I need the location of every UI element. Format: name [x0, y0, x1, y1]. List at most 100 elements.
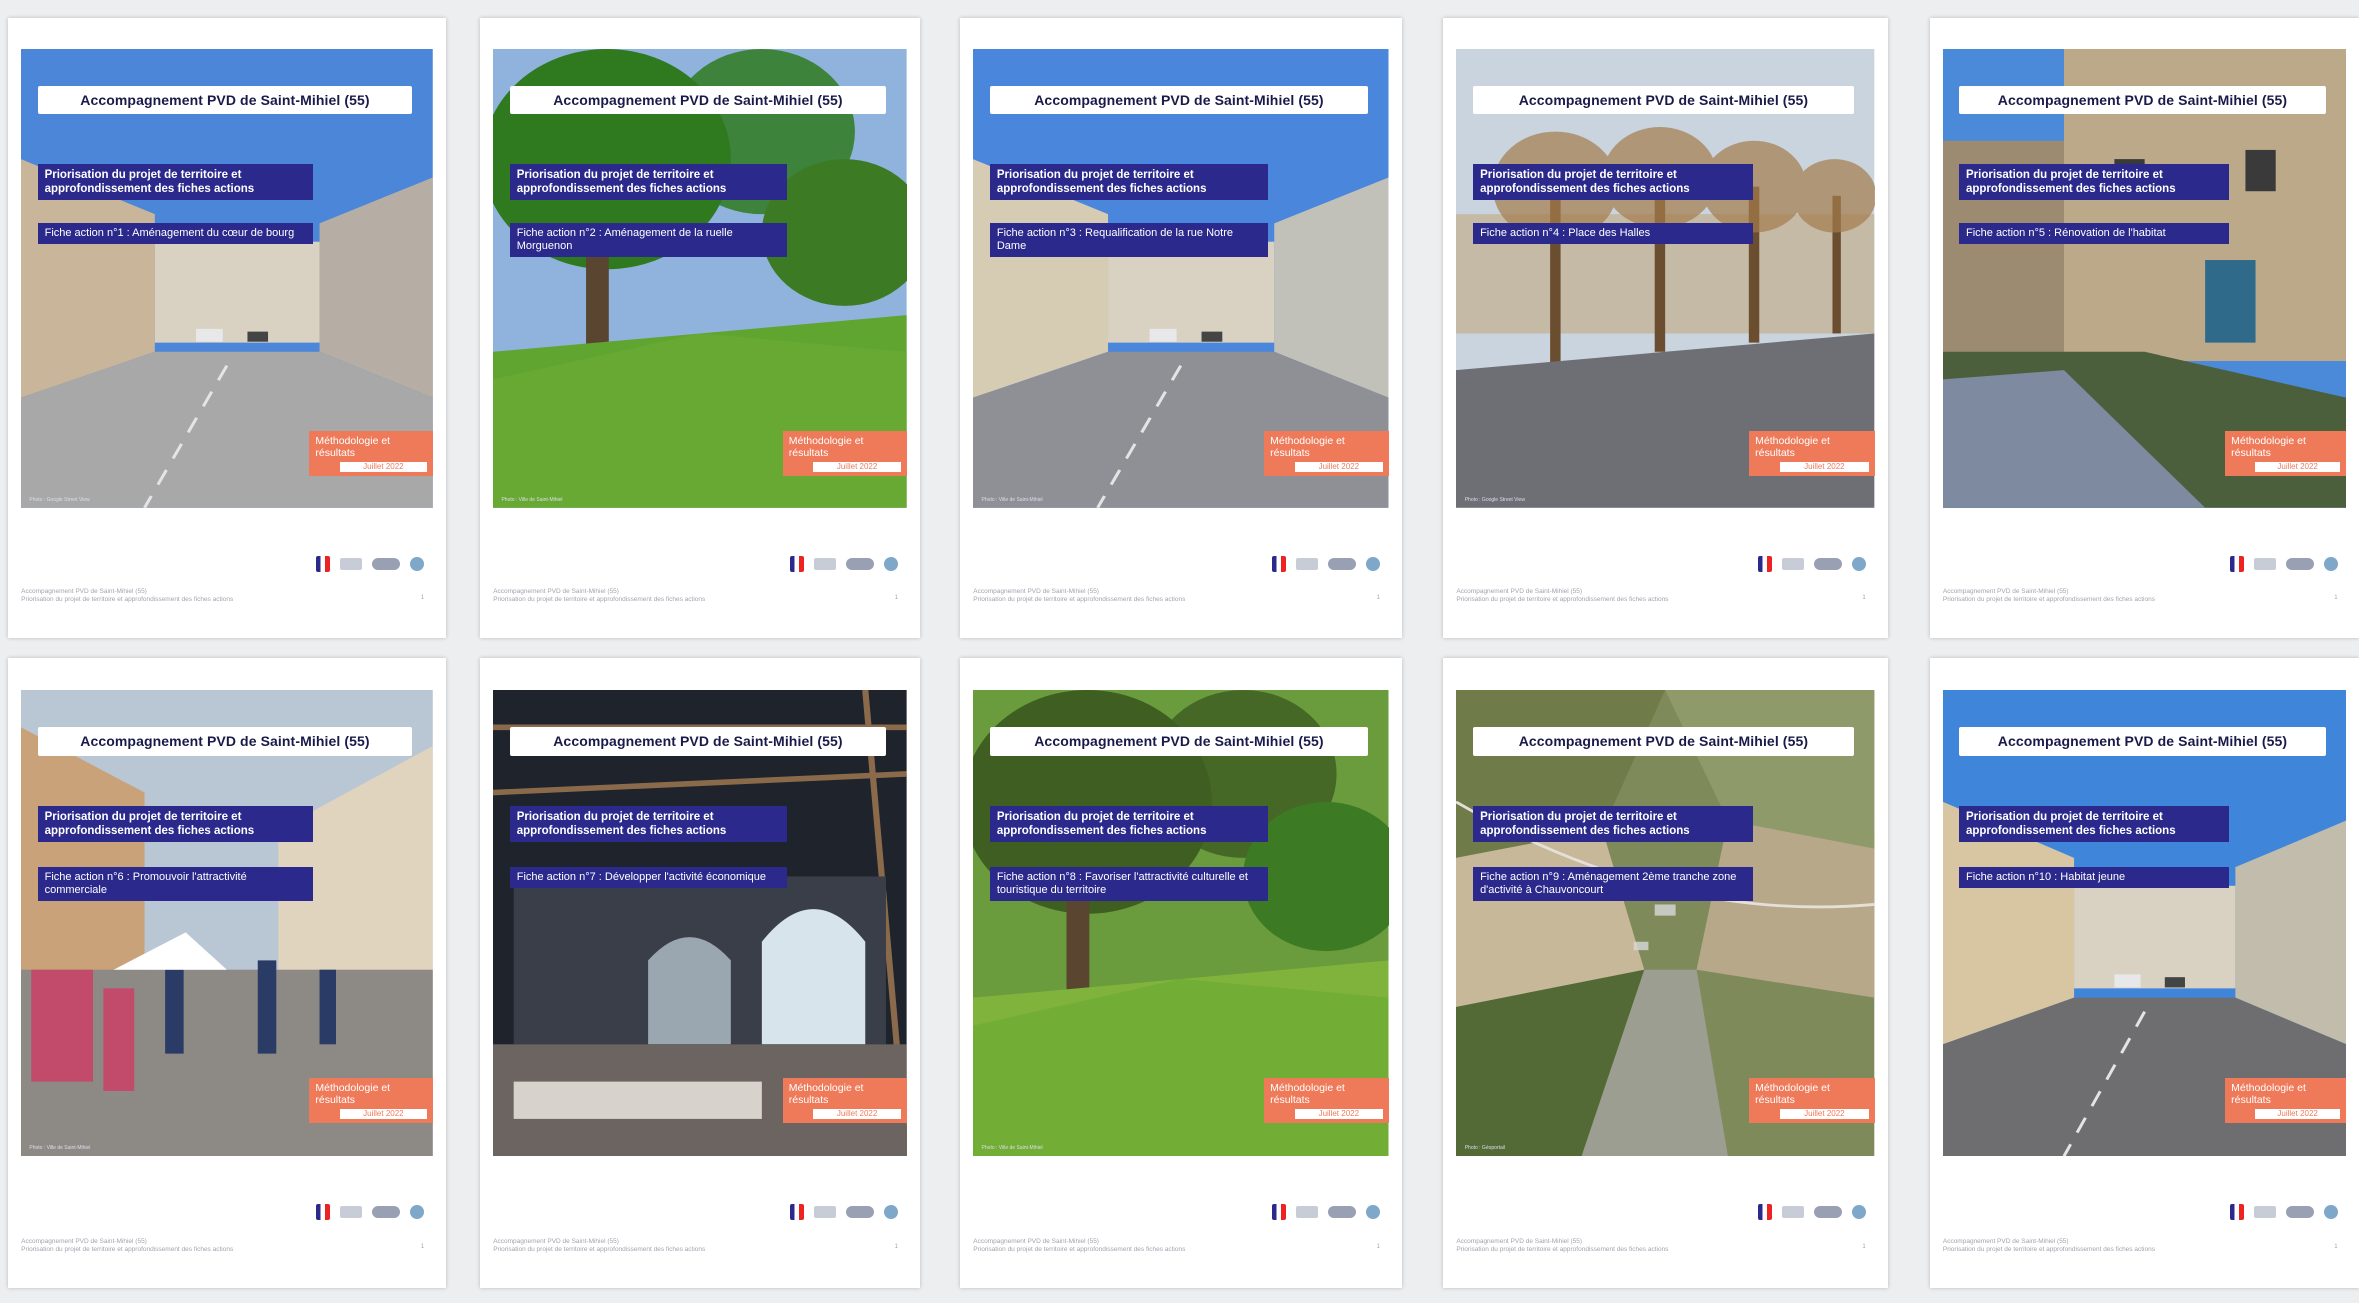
- document-grid: Accompagnement PVD de Saint-Mihiel (55) …: [0, 0, 2359, 1303]
- cover-title: Accompagnement PVD de Saint-Mihiel (55): [509, 726, 887, 756]
- cover-photo: Accompagnement PVD de Saint-Mihiel (55) …: [1942, 689, 2347, 1156]
- cover-photo: Accompagnement PVD de Saint-Mihiel (55) …: [1942, 49, 2347, 508]
- page-number: 1: [894, 1243, 898, 1250]
- cover-photo: Accompagnement PVD de Saint-Mihiel (55) …: [1456, 49, 1875, 508]
- cover-title: Accompagnement PVD de Saint-Mihiel (55): [1473, 85, 1854, 115]
- cover-title: Accompagnement PVD de Saint-Mihiel (55): [37, 85, 413, 115]
- action-sheet-cover[interactable]: Accompagnement PVD de Saint-Mihiel (55) …: [960, 658, 1402, 1288]
- bank-logo-icon: [1851, 556, 1866, 571]
- page-number: 1: [2334, 594, 2338, 601]
- action-sheet-cover[interactable]: Accompagnement PVD de Saint-Mihiel (55) …: [8, 18, 446, 638]
- methodology-label: Méthodologie et résultats: [1270, 434, 1345, 459]
- photo-credit: Photo : Ville de Saint-Mihiel: [501, 497, 563, 504]
- page-number: 1: [420, 594, 425, 601]
- footer-line-2: Priorisation du projet de territoire et …: [493, 596, 706, 604]
- date-label: Juillet 2022: [813, 461, 901, 472]
- partner-logos: [2229, 1200, 2338, 1225]
- pvd-logo-icon: [372, 557, 401, 570]
- fiche-action-label: Fiche action n°3 : Requalification de la…: [989, 223, 1269, 258]
- cover-subtitle: Priorisation du projet de territoire et …: [989, 163, 1269, 200]
- date-label: Juillet 2022: [1294, 1109, 1383, 1120]
- bank-logo-icon: [884, 556, 898, 571]
- agency-logo-icon: [1295, 557, 1318, 570]
- fiche-action-label: Fiche action n°9 : Aménagement 2ème tran…: [1473, 866, 1754, 901]
- republic-logo-icon: [790, 1204, 804, 1221]
- footer-line-1: Accompagnement PVD de Saint-Mihiel (55): [493, 588, 619, 596]
- action-sheet-cover[interactable]: Accompagnement PVD de Saint-Mihiel (55) …: [480, 658, 920, 1288]
- fiche-action-label: Fiche action n°8 : Favoriser l'attractiv…: [989, 866, 1269, 901]
- page-footer: Accompagnement PVD de Saint-Mihiel (55) …: [973, 588, 1366, 604]
- bank-logo-icon: [1365, 556, 1380, 571]
- cover-subtitle: Priorisation du projet de territoire et …: [37, 806, 314, 843]
- page-number: 1: [1862, 594, 1866, 601]
- cover-subtitle: Priorisation du projet de territoire et …: [1473, 163, 1754, 200]
- footer-line-2: Priorisation du projet de territoire et …: [1456, 1245, 1669, 1253]
- bank-logo-icon: [410, 1205, 425, 1220]
- methodology-badge: Méthodologie et résultats Juillet 2022: [309, 430, 433, 476]
- cover-subtitle: Priorisation du projet de territoire et …: [1473, 806, 1754, 843]
- cover-photo: Accompagnement PVD de Saint-Mihiel (55) …: [1456, 689, 1875, 1156]
- photo-credit: Photo : Google Street View: [1464, 497, 1525, 504]
- cover-title: Accompagnement PVD de Saint-Mihiel (55): [1473, 726, 1854, 756]
- republic-logo-icon: [2229, 555, 2244, 572]
- cover-title: Accompagnement PVD de Saint-Mihiel (55): [509, 85, 887, 115]
- date-label: Juillet 2022: [339, 1109, 427, 1120]
- methodology-label: Méthodologie et résultats: [788, 434, 864, 459]
- agency-logo-icon: [814, 557, 836, 570]
- methodology-badge: Méthodologie et résultats Juillet 2022: [309, 1078, 433, 1124]
- footer-line-1: Accompagnement PVD de Saint-Mihiel (55): [493, 1237, 619, 1245]
- partner-logos: [1271, 551, 1380, 576]
- action-sheet-cover[interactable]: Accompagnement PVD de Saint-Mihiel (55) …: [960, 18, 1402, 638]
- methodology-badge: Méthodologie et résultats Juillet 2022: [1264, 430, 1389, 476]
- date-label: Juillet 2022: [2255, 1109, 2341, 1120]
- partner-logos: [316, 1200, 425, 1225]
- partner-logos: [790, 551, 898, 576]
- agency-logo-icon: [814, 1206, 836, 1219]
- action-sheet-cover[interactable]: Accompagnement PVD de Saint-Mihiel (55) …: [1443, 18, 1888, 638]
- footer-line-2: Priorisation du projet de territoire et …: [1456, 596, 1669, 604]
- methodology-badge: Méthodologie et résultats Juillet 2022: [2225, 430, 2347, 476]
- bank-logo-icon: [2323, 1205, 2338, 1220]
- page-footer: Accompagnement PVD de Saint-Mihiel (55) …: [21, 1238, 411, 1254]
- cover-photo: Accompagnement PVD de Saint-Mihiel (55) …: [973, 689, 1389, 1156]
- action-sheet-cover[interactable]: Accompagnement PVD de Saint-Mihiel (55) …: [1930, 658, 2359, 1288]
- pvd-logo-icon: [1813, 1206, 1842, 1219]
- pvd-logo-icon: [1327, 557, 1356, 570]
- methodology-label: Méthodologie et résultats: [1755, 1082, 1830, 1107]
- page-number: 1: [420, 1243, 425, 1250]
- page-footer: Accompagnement PVD de Saint-Mihiel (55) …: [973, 1238, 1366, 1254]
- bank-logo-icon: [410, 556, 425, 571]
- pvd-logo-icon: [372, 1206, 401, 1219]
- footer-line-2: Priorisation du projet de territoire et …: [973, 1245, 1186, 1253]
- action-sheet-cover[interactable]: Accompagnement PVD de Saint-Mihiel (55) …: [1930, 18, 2359, 638]
- cover-subtitle: Priorisation du projet de territoire et …: [509, 806, 787, 843]
- photo-credit: Photo : Ville de Saint-Mihiel: [981, 497, 1043, 504]
- cover-subtitle: Priorisation du projet de territoire et …: [509, 163, 787, 200]
- methodology-badge: Méthodologie et résultats Juillet 2022: [782, 430, 907, 476]
- page-footer: Accompagnement PVD de Saint-Mihiel (55) …: [1456, 1238, 1852, 1254]
- fiche-action-label: Fiche action n°7 : Développer l'activité…: [509, 866, 787, 888]
- republic-logo-icon: [1757, 555, 1772, 572]
- cover-title: Accompagnement PVD de Saint-Mihiel (55): [1958, 85, 2326, 115]
- republic-logo-icon: [2229, 1204, 2244, 1221]
- action-sheet-cover[interactable]: Accompagnement PVD de Saint-Mihiel (55) …: [1443, 658, 1888, 1288]
- page-footer: Accompagnement PVD de Saint-Mihiel (55) …: [493, 588, 885, 604]
- methodology-badge: Méthodologie et résultats Juillet 2022: [782, 1078, 907, 1124]
- partner-logos: [1757, 551, 1866, 576]
- footer-line-1: Accompagnement PVD de Saint-Mihiel (55): [1456, 1237, 1583, 1245]
- action-sheet-cover[interactable]: Accompagnement PVD de Saint-Mihiel (55) …: [480, 18, 920, 638]
- action-sheet-cover[interactable]: Accompagnement PVD de Saint-Mihiel (55) …: [8, 658, 446, 1288]
- methodology-badge: Méthodologie et résultats Juillet 2022: [1264, 1078, 1389, 1124]
- pvd-logo-icon: [1813, 557, 1842, 570]
- bank-logo-icon: [884, 1205, 898, 1220]
- date-label: Juillet 2022: [813, 1109, 901, 1120]
- partner-logos: [2229, 551, 2338, 576]
- methodology-label: Méthodologie et résultats: [315, 434, 391, 459]
- bank-logo-icon: [2323, 556, 2338, 571]
- footer-line-2: Priorisation du projet de territoire et …: [21, 1245, 234, 1253]
- date-label: Juillet 2022: [339, 461, 427, 472]
- photo-credit: Photo : Ville de Saint-Mihiel: [29, 1145, 91, 1152]
- cover-title: Accompagnement PVD de Saint-Mihiel (55): [989, 726, 1368, 756]
- methodology-label: Méthodologie et résultats: [1755, 434, 1830, 459]
- republic-logo-icon: [1757, 1204, 1772, 1221]
